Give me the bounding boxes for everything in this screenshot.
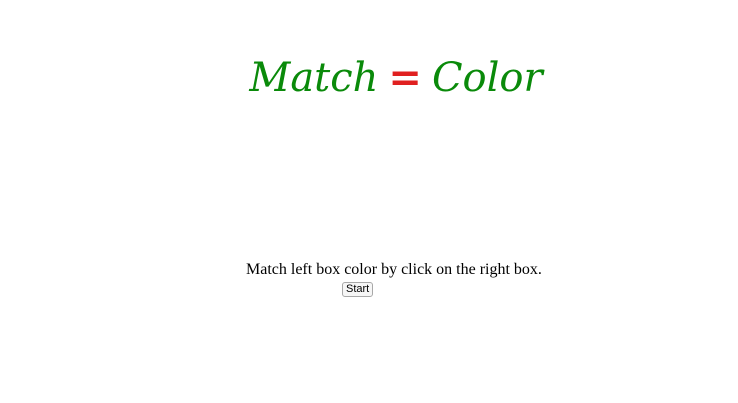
game-instructions: Match left box color by click on the rig… [246, 261, 542, 278]
game-page: Match = Color Match left box color by clic… [0, 0, 738, 403]
title-match-word: Match [249, 55, 379, 101]
start-button[interactable]: Start [342, 282, 374, 297]
title-equals-sign: = [388, 54, 422, 101]
game-title: Match = Color [0, 52, 738, 104]
title-color-word: Color [431, 55, 543, 101]
